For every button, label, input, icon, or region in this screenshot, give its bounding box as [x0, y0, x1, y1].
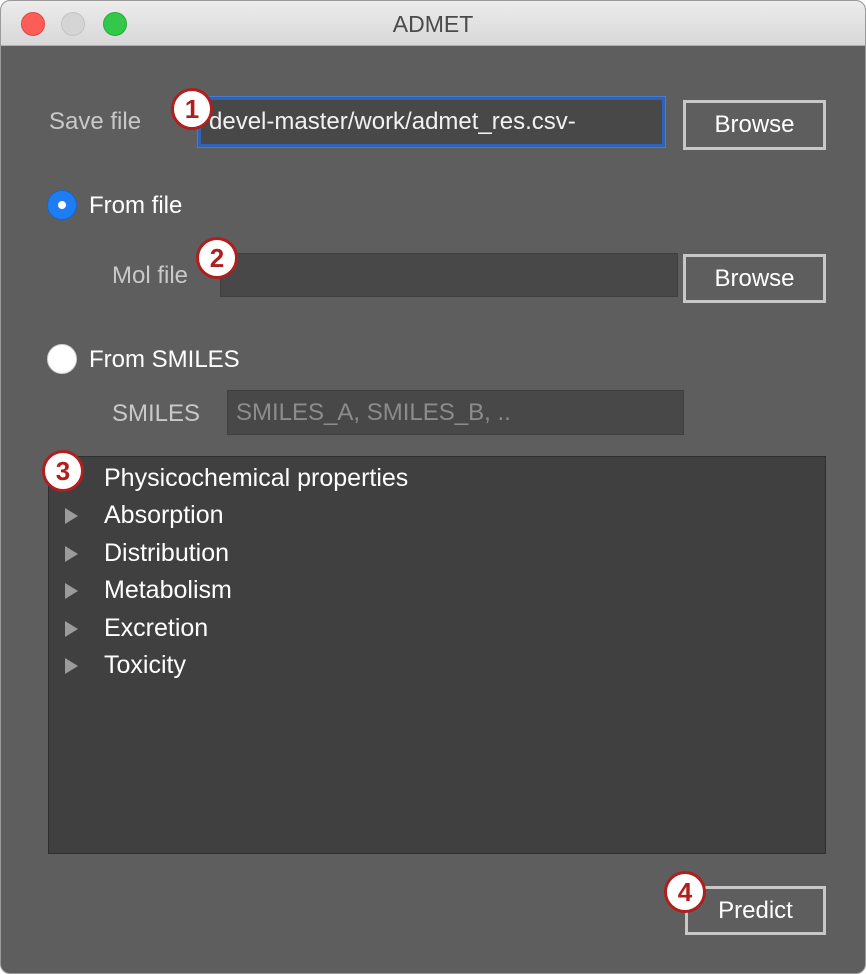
tree-item-physicochemical[interactable]: Physicochemical properties	[49, 462, 809, 498]
annotation-badge-2: 2	[196, 237, 238, 279]
tree-item-toxicity[interactable]: Toxicity	[49, 649, 809, 685]
save-file-input[interactable]	[201, 100, 662, 144]
smiles-label: SMILES	[112, 400, 201, 427]
expand-arrow-icon[interactable]	[65, 508, 78, 524]
mol-file-field[interactable]	[220, 253, 678, 297]
tree-item-label: Distribution	[104, 539, 230, 567]
expand-arrow-icon[interactable]	[65, 546, 78, 562]
admet-window: ADMET Save file Browse From file Mol fil…	[0, 0, 866, 974]
from-file-label[interactable]: From file	[89, 192, 182, 220]
from-smiles-label[interactable]: From SMILES	[89, 346, 240, 374]
annotation-badge-3: 3	[42, 450, 84, 492]
mol-browse-button[interactable]: Browse	[683, 254, 826, 303]
mol-file-input[interactable]	[221, 254, 677, 296]
title-bar: ADMET	[1, 1, 865, 46]
tree-item-label: Metabolism	[104, 576, 232, 604]
save-file-label: Save file	[49, 108, 142, 135]
from-smiles-radio[interactable]	[47, 344, 77, 374]
tree-item-absorption[interactable]: Absorption	[49, 499, 809, 535]
expand-arrow-icon[interactable]	[65, 658, 78, 674]
tree-item-distribution[interactable]: Distribution	[49, 537, 809, 573]
save-browse-button[interactable]: Browse	[683, 100, 826, 150]
expand-arrow-icon[interactable]	[65, 583, 78, 599]
annotation-badge-1: 1	[171, 88, 213, 130]
annotation-badge-4: 4	[664, 871, 706, 913]
from-file-radio[interactable]	[47, 190, 77, 220]
tree-item-label: Absorption	[104, 501, 224, 529]
tree-item-metabolism[interactable]: Metabolism	[49, 574, 809, 610]
mol-file-label: Mol file	[112, 262, 189, 289]
predict-button[interactable]: Predict	[685, 886, 826, 935]
property-tree[interactable]: Physicochemical properties Absorption Di…	[48, 456, 826, 854]
smiles-field[interactable]	[227, 390, 684, 435]
tree-item-label: Physicochemical properties	[104, 464, 409, 492]
tree-item-label: Toxicity	[104, 651, 186, 679]
tree-item-excretion[interactable]: Excretion	[49, 612, 809, 648]
smiles-input[interactable]	[228, 391, 683, 434]
save-file-field[interactable]	[198, 97, 665, 147]
tree-item-label: Excretion	[104, 614, 209, 642]
expand-arrow-icon[interactable]	[65, 621, 78, 637]
window-title: ADMET	[392, 11, 474, 37]
